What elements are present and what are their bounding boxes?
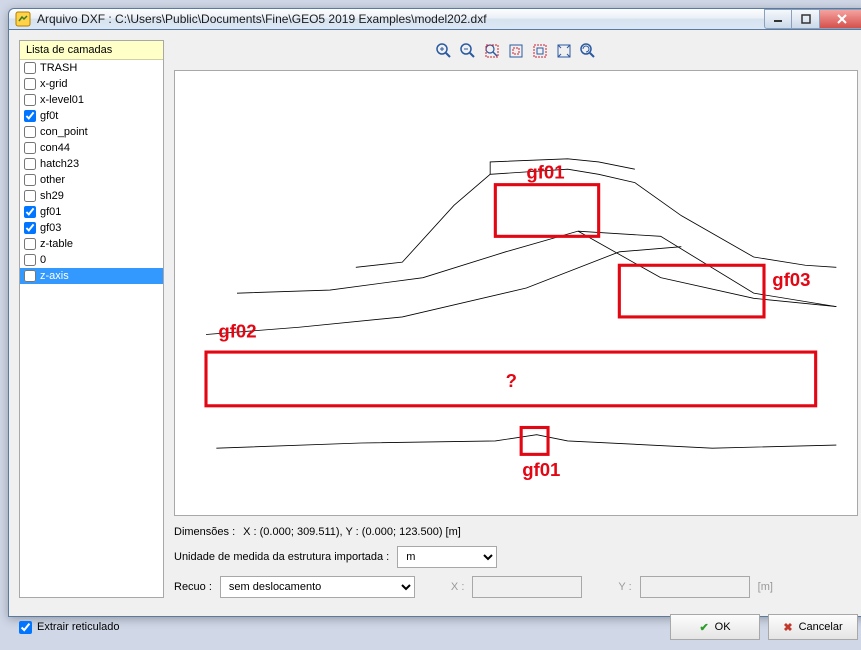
fit-all-icon[interactable] — [553, 40, 575, 62]
offset-row: Recuo : sem deslocamento X : Y : [m] — [174, 576, 858, 598]
offset-x-input — [472, 576, 582, 598]
layer-item[interactable]: gf01 — [20, 204, 163, 220]
layer-name: gf03 — [40, 222, 61, 234]
layer-list-header: Lista de camadas — [20, 41, 163, 60]
extract-grid-text: Extrair reticulado — [37, 621, 120, 633]
layer-checkbox[interactable] — [24, 142, 36, 154]
layer-item[interactable]: hatch23 — [20, 156, 163, 172]
dimensions-value: X : (0.000; 309.511), Y : (0.000; 123.50… — [243, 526, 461, 538]
layer-item[interactable]: TRASH — [20, 60, 163, 76]
offset-select[interactable]: sem deslocamento — [220, 576, 415, 598]
info-rows: Dimensões : X : (0.000; 309.511), Y : (0… — [174, 526, 858, 598]
layer-item[interactable]: x-grid — [20, 76, 163, 92]
layer-name: x-level01 — [40, 94, 84, 106]
label-gf03: gf03 — [772, 269, 810, 290]
dialog-window: Arquivo DXF : C:\Users\Public\Documents\… — [8, 8, 861, 617]
unit-row: Unidade de medida da estrutura importada… — [174, 546, 858, 568]
layer-item[interactable]: other — [20, 172, 163, 188]
main-row: Lista de camadas TRASH x-grid x-level01 gf0… — [19, 40, 858, 598]
app-icon — [15, 11, 31, 27]
layer-item[interactable]: z-axis — [20, 268, 163, 284]
close-button[interactable] — [820, 9, 861, 29]
ok-button[interactable]: ✔ OK — [670, 614, 760, 640]
layer-checkbox[interactable] — [24, 78, 36, 90]
layer-checkbox[interactable] — [24, 254, 36, 266]
x-icon: ✖ — [783, 621, 792, 634]
view-toolbar — [174, 40, 858, 64]
layer-list-items[interactable]: TRASH x-grid x-level01 gf0t con_point con44 ha… — [20, 60, 163, 597]
layer-item[interactable]: 0 — [20, 252, 163, 268]
offset-y-input — [640, 576, 750, 598]
offset-unit: [m] — [758, 581, 773, 593]
label-question: ? — [506, 370, 517, 391]
layer-name: TRASH — [40, 62, 77, 74]
layer-name: hatch23 — [40, 158, 79, 170]
extract-grid-checkbox[interactable] — [19, 621, 32, 634]
layer-name: 0 — [40, 254, 46, 266]
window-controls — [764, 9, 861, 29]
layer-checkbox[interactable] — [24, 174, 36, 186]
layer-name: sh29 — [40, 190, 64, 202]
label-gf01-bottom: gf01 — [522, 459, 560, 480]
layer-name: other — [40, 174, 65, 186]
refresh-icon[interactable] — [577, 40, 599, 62]
zoom-window-icon[interactable] — [481, 40, 503, 62]
dimensions-row: Dimensões : X : (0.000; 309.511), Y : (0… — [174, 526, 858, 538]
layer-checkbox[interactable] — [24, 206, 36, 218]
layer-checkbox[interactable] — [24, 126, 36, 138]
layer-name: gf01 — [40, 206, 61, 218]
extract-grid-checkbox-label[interactable]: Extrair reticulado — [19, 621, 120, 634]
zoom-out-icon[interactable] — [457, 40, 479, 62]
layer-name: con_point — [40, 126, 88, 138]
layer-checkbox[interactable] — [24, 94, 36, 106]
cancel-button[interactable]: ✖ Cancelar — [768, 614, 858, 640]
window-title: Arquivo DXF : C:\Users\Public\Documents\… — [37, 12, 764, 26]
layer-checkbox[interactable] — [24, 222, 36, 234]
zoom-extents-a-icon[interactable] — [505, 40, 527, 62]
layer-name: con44 — [40, 142, 70, 154]
offset-label: Recuo : — [174, 581, 212, 593]
layer-checkbox[interactable] — [24, 110, 36, 122]
drawing-svg: gf01 gf03 gf02 ? gf01 — [175, 71, 857, 515]
label-gf01-top: gf01 — [526, 161, 564, 182]
layer-item[interactable]: sh29 — [20, 188, 163, 204]
layer-item[interactable]: z-table — [20, 236, 163, 252]
footer: Extrair reticulado ✔ OK ✖ Cancelar — [9, 608, 861, 650]
zoom-in-icon[interactable] — [433, 40, 455, 62]
layer-checkbox[interactable] — [24, 238, 36, 250]
layer-name: z-axis — [40, 270, 69, 282]
layer-list-panel: Lista de camadas TRASH x-grid x-level01 gf0… — [19, 40, 164, 598]
layer-item[interactable]: gf03 — [20, 220, 163, 236]
canvas-column: gf01 gf03 gf02 ? gf01 Dimensões : X : (0… — [174, 40, 858, 598]
layer-name: gf0t — [40, 110, 58, 122]
layer-checkbox[interactable] — [24, 62, 36, 74]
minimize-button[interactable] — [764, 9, 792, 29]
maximize-button[interactable] — [792, 9, 820, 29]
layer-checkbox[interactable] — [24, 190, 36, 202]
titlebar[interactable]: Arquivo DXF : C:\Users\Public\Documents\… — [9, 9, 861, 30]
offset-x-label: X : — [451, 581, 464, 593]
offset-y-label: Y : — [618, 581, 631, 593]
layer-checkbox[interactable] — [24, 158, 36, 170]
annotation-boxes — [206, 185, 816, 455]
layer-item[interactable]: con44 — [20, 140, 163, 156]
drawing-canvas[interactable]: gf01 gf03 gf02 ? gf01 — [174, 70, 858, 516]
layer-name: z-table — [40, 238, 73, 250]
annotation-labels: gf01 gf03 gf02 ? gf01 — [218, 161, 810, 480]
unit-label: Unidade de medida da estrutura importada… — [174, 551, 389, 563]
layer-item[interactable]: x-level01 — [20, 92, 163, 108]
layer-checkbox[interactable] — [24, 270, 36, 282]
layer-name: x-grid — [40, 78, 68, 90]
zoom-extents-b-icon[interactable] — [529, 40, 551, 62]
check-icon: ✔ — [699, 621, 708, 634]
layer-item[interactable]: gf0t — [20, 108, 163, 124]
label-gf02: gf02 — [218, 321, 256, 342]
layer-item[interactable]: con_point — [20, 124, 163, 140]
unit-select[interactable]: m — [397, 546, 497, 568]
dialog-body: Lista de camadas TRASH x-grid x-level01 gf0… — [9, 30, 861, 608]
dimensions-label: Dimensões : — [174, 526, 235, 538]
